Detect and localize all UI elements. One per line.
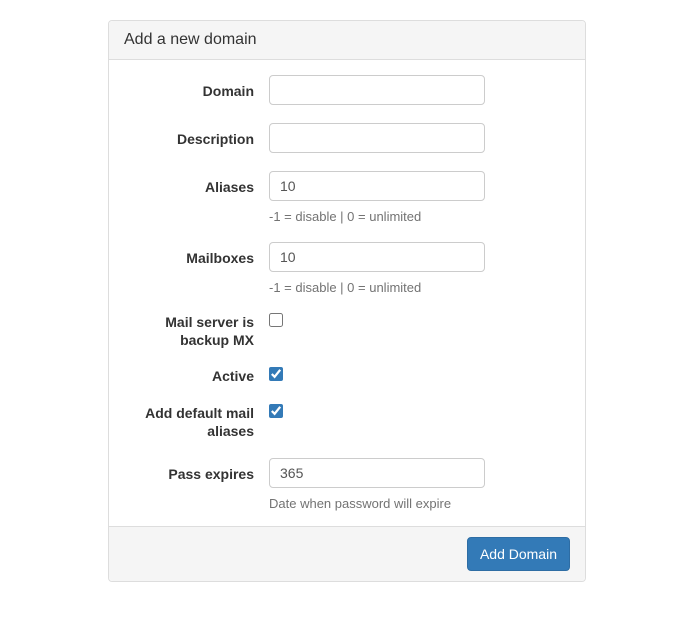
form-row-backup-mx: Mail server is backup MX <box>124 313 570 349</box>
aliases-help: -1 = disable | 0 = unlimited <box>269 209 570 224</box>
description-label: Description <box>124 123 269 148</box>
aliases-label: Aliases <box>124 171 269 196</box>
active-checkbox[interactable] <box>269 367 283 381</box>
panel-footer: Add Domain <box>109 526 585 581</box>
form-row-description: Description <box>124 123 570 153</box>
form-row-pass-expires: Pass expires Date when password will exp… <box>124 458 570 511</box>
form-row-domain: Domain <box>124 75 570 105</box>
mailboxes-label: Mailboxes <box>124 242 269 267</box>
add-domain-panel: Add a new domain Domain Description Alia… <box>108 20 586 582</box>
pass-expires-label: Pass expires <box>124 458 269 483</box>
backup-mx-label: Mail server is backup MX <box>124 313 269 349</box>
domain-input[interactable] <box>269 75 485 105</box>
panel-header: Add a new domain <box>109 21 585 60</box>
pass-expires-input[interactable] <box>269 458 485 488</box>
panel-body: Domain Description Aliases -1 = disable … <box>109 60 585 526</box>
mailboxes-input[interactable] <box>269 242 485 272</box>
form-row-mailboxes: Mailboxes -1 = disable | 0 = unlimited <box>124 242 570 295</box>
add-domain-button[interactable]: Add Domain <box>467 537 570 571</box>
default-aliases-checkbox[interactable] <box>269 404 283 418</box>
default-aliases-label: Add default mail aliases <box>124 404 269 440</box>
form-row-aliases: Aliases -1 = disable | 0 = unlimited <box>124 171 570 224</box>
pass-expires-help: Date when password will expire <box>269 496 570 511</box>
domain-label: Domain <box>124 75 269 100</box>
description-input[interactable] <box>269 123 485 153</box>
aliases-input[interactable] <box>269 171 485 201</box>
form-row-active: Active <box>124 367 570 385</box>
active-label: Active <box>124 367 269 385</box>
form-row-default-aliases: Add default mail aliases <box>124 404 570 440</box>
mailboxes-help: -1 = disable | 0 = unlimited <box>269 280 570 295</box>
panel-title: Add a new domain <box>124 31 570 49</box>
backup-mx-checkbox[interactable] <box>269 313 283 327</box>
